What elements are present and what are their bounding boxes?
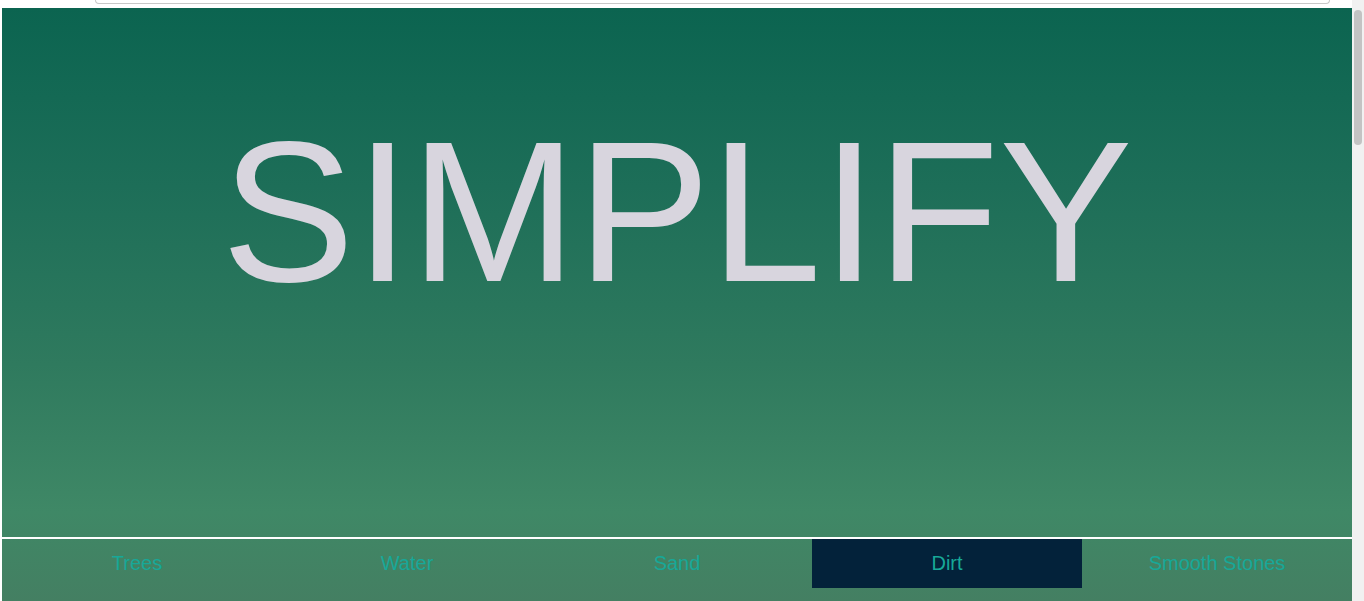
nav-label[interactable]: Trees (112, 552, 162, 575)
nav-label[interactable]: Smooth Stones (1149, 552, 1286, 575)
nav-item[interactable]: Sand (542, 539, 812, 588)
address-field[interactable] (95, 0, 1330, 4)
nav-label[interactable]: Dirt (931, 552, 962, 575)
nav-item[interactable]: Water (272, 539, 542, 588)
scrollbar-thumb[interactable] (1354, 10, 1362, 145)
scrollbar[interactable] (1352, 0, 1364, 601)
page: SIMPLIFY Trees Water Sand Dirt Smooth Stones (0, 0, 1352, 601)
nav-item[interactable]: Smooth Stones (1082, 539, 1352, 588)
nav-label[interactable]: Sand (654, 552, 701, 575)
nav-bar: Trees Water Sand Dirt Smooth Stones (2, 537, 1352, 588)
nav-label[interactable]: Water (381, 552, 434, 575)
hero-title: SIMPLIFY (2, 8, 1352, 312)
top-strip (0, 0, 1352, 8)
nav-item[interactable]: Trees (2, 539, 272, 588)
nav-item[interactable]: Dirt (812, 539, 1082, 588)
hero-section: SIMPLIFY Trees Water Sand Dirt Smooth Stones (2, 8, 1352, 601)
